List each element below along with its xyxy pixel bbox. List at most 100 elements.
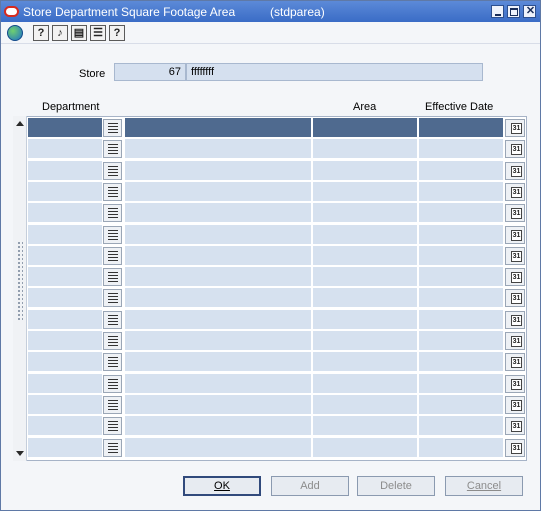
effective-date-cell[interactable] xyxy=(419,139,503,160)
calendar-icon[interactable]: 31 xyxy=(505,225,525,244)
calendar-icon[interactable]: 31 xyxy=(505,268,525,287)
globe-icon[interactable] xyxy=(7,25,23,41)
table-row[interactable]: 31 xyxy=(28,118,527,139)
delete-button[interactable]: Delete xyxy=(357,476,435,496)
calendar-icon[interactable]: 31 xyxy=(505,395,525,414)
effective-date-cell[interactable] xyxy=(419,309,503,330)
table-row[interactable]: 31 xyxy=(28,224,527,246)
list-of-values-icon[interactable] xyxy=(103,225,122,244)
department-cell[interactable] xyxy=(28,203,102,224)
list-of-values-icon[interactable] xyxy=(103,268,122,287)
list-of-values-icon[interactable] xyxy=(103,246,122,265)
table-row[interactable]: 31 xyxy=(28,139,527,160)
area-cell[interactable] xyxy=(313,139,417,160)
effective-date-cell[interactable] xyxy=(419,224,503,245)
area-cell[interactable] xyxy=(313,352,417,373)
table-row[interactable]: 31 xyxy=(28,160,527,182)
scroll-grip-icon[interactable] xyxy=(17,241,23,321)
effective-date-cell[interactable] xyxy=(419,331,503,351)
add-button[interactable]: Add xyxy=(271,476,349,496)
table-row[interactable]: 31 xyxy=(28,267,527,288)
list-of-values-icon[interactable] xyxy=(103,119,122,137)
department-cell[interactable] xyxy=(28,394,102,415)
list-of-values-icon[interactable] xyxy=(103,182,122,201)
area-cell[interactable] xyxy=(313,118,417,138)
list-of-values-icon[interactable] xyxy=(103,353,122,372)
department-cell[interactable] xyxy=(28,139,102,160)
effective-date-cell[interactable] xyxy=(419,373,503,394)
scroll-down-icon[interactable] xyxy=(16,451,24,456)
list-of-values-icon[interactable] xyxy=(103,332,122,350)
calendar-icon[interactable]: 31 xyxy=(505,417,525,436)
help-keys-icon[interactable]: ♪ xyxy=(52,25,68,41)
minimize-button[interactable] xyxy=(491,5,504,18)
table-row[interactable]: 31 xyxy=(28,352,527,373)
calendar-icon[interactable]: 31 xyxy=(505,182,525,201)
department-cell[interactable] xyxy=(28,160,102,181)
area-cell[interactable] xyxy=(313,416,417,437)
department-cell[interactable] xyxy=(28,118,102,138)
effective-date-cell[interactable] xyxy=(419,288,503,309)
table-row[interactable]: 31 xyxy=(28,181,527,203)
department-cell[interactable] xyxy=(28,309,102,330)
department-cell[interactable] xyxy=(28,245,102,266)
calendar-icon[interactable]: 31 xyxy=(505,374,525,393)
area-cell[interactable] xyxy=(313,224,417,245)
area-cell[interactable] xyxy=(313,288,417,309)
department-cell[interactable] xyxy=(28,331,102,351)
department-cell[interactable] xyxy=(28,352,102,373)
calendar-icon[interactable]: 31 xyxy=(505,119,525,137)
scroll-up-icon[interactable] xyxy=(16,121,24,126)
table-row[interactable]: 31 xyxy=(28,288,527,309)
department-cell[interactable] xyxy=(28,373,102,394)
grid-scrollbar[interactable] xyxy=(13,116,27,461)
department-cell[interactable] xyxy=(28,416,102,437)
area-cell[interactable] xyxy=(313,181,417,202)
effective-date-cell[interactable] xyxy=(419,181,503,202)
calendar-icon[interactable]: 31 xyxy=(505,438,525,457)
area-cell[interactable] xyxy=(313,331,417,351)
effective-date-cell[interactable] xyxy=(419,416,503,437)
list-of-values-icon[interactable] xyxy=(103,438,122,457)
table-row[interactable]: 31 xyxy=(28,394,527,416)
area-cell[interactable] xyxy=(313,394,417,415)
table-row[interactable]: 31 xyxy=(28,416,527,437)
effective-date-cell[interactable] xyxy=(419,203,503,224)
list-of-values-icon[interactable] xyxy=(103,310,122,329)
list-of-values-icon[interactable] xyxy=(103,204,122,223)
area-cell[interactable] xyxy=(313,160,417,181)
effective-date-cell[interactable] xyxy=(419,245,503,266)
table-row[interactable]: 31 xyxy=(28,245,527,267)
department-cell[interactable] xyxy=(28,224,102,245)
list-icon[interactable]: ☰ xyxy=(90,25,106,41)
area-cell[interactable] xyxy=(313,267,417,288)
list-of-values-icon[interactable] xyxy=(103,161,122,180)
effective-date-cell[interactable] xyxy=(419,394,503,415)
effective-date-cell[interactable] xyxy=(419,352,503,373)
area-cell[interactable] xyxy=(313,309,417,330)
table-row[interactable]: 31 xyxy=(28,203,527,224)
table-row[interactable]: 31 xyxy=(28,309,527,331)
department-cell[interactable] xyxy=(28,437,102,458)
close-button[interactable]: ✕ xyxy=(523,5,536,18)
table-row[interactable]: 31 xyxy=(28,331,527,352)
effective-date-cell[interactable] xyxy=(419,437,503,458)
maximize-button[interactable] xyxy=(507,5,520,18)
calendar-icon[interactable]: 31 xyxy=(505,246,525,265)
calendar-icon[interactable]: 31 xyxy=(505,332,525,350)
effective-date-cell[interactable] xyxy=(419,267,503,288)
effective-date-cell[interactable] xyxy=(419,160,503,181)
store-id-field[interactable]: 67 xyxy=(114,63,186,81)
calendar-icon[interactable]: 31 xyxy=(505,204,525,223)
department-cell[interactable] xyxy=(28,267,102,288)
table-row[interactable]: 31 xyxy=(28,437,527,459)
calendar-icon[interactable]: 31 xyxy=(505,161,525,180)
ok-button[interactable]: OK xyxy=(183,476,261,496)
list-of-values-icon[interactable] xyxy=(103,417,122,436)
clipboard-icon[interactable]: ▤ xyxy=(71,25,87,41)
area-cell[interactable] xyxy=(313,245,417,266)
calendar-icon[interactable]: 31 xyxy=(505,140,525,159)
department-cell[interactable] xyxy=(28,288,102,309)
list-of-values-icon[interactable] xyxy=(103,289,122,308)
calendar-icon[interactable]: 31 xyxy=(505,289,525,308)
